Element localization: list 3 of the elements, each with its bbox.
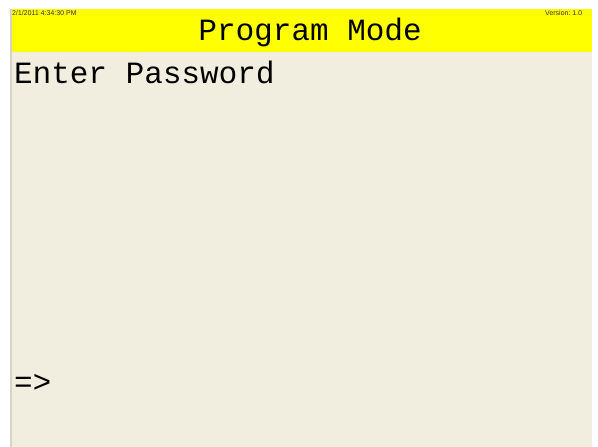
prompt-text: Enter Password bbox=[14, 57, 274, 95]
screen-title: Program Mode bbox=[198, 14, 422, 52]
input-prompt[interactable]: => bbox=[14, 365, 52, 405]
